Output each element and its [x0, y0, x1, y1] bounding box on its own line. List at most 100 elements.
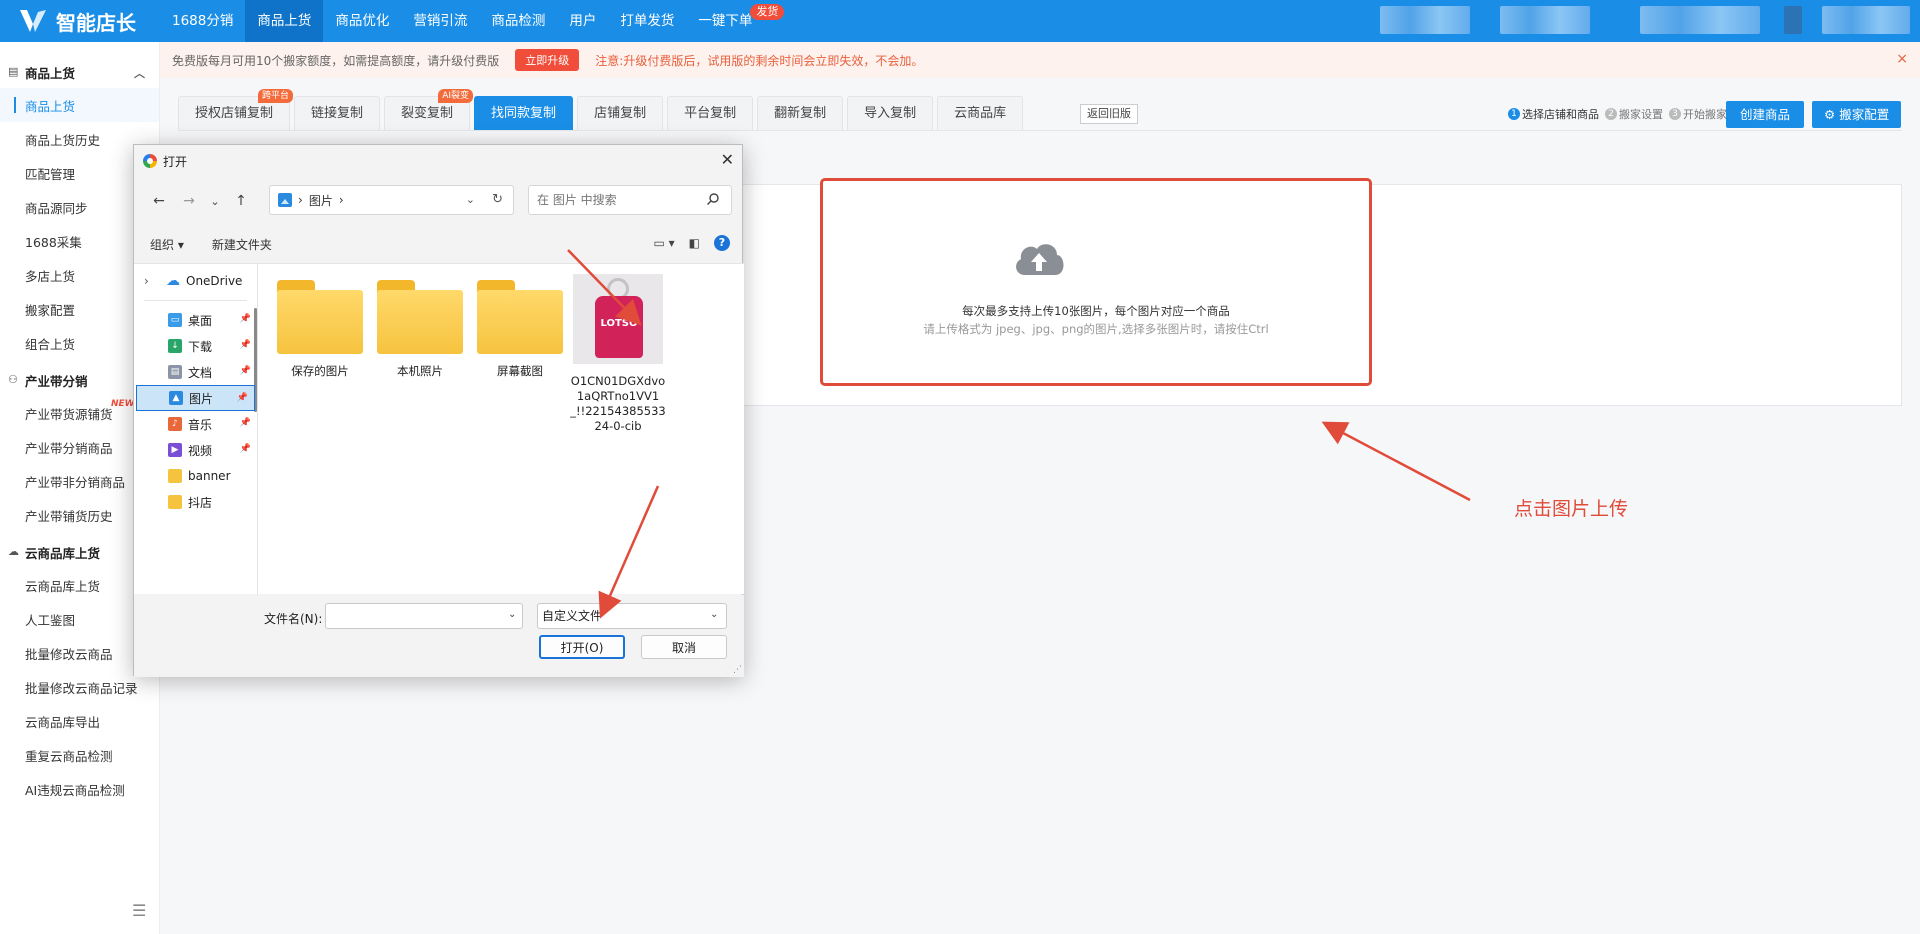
nav-item[interactable]: 1688分销: [160, 0, 245, 42]
menu-group-icon: ▤: [8, 65, 19, 78]
step-label: 搬家设置: [1619, 108, 1663, 121]
pin-icon[interactable]: 📌: [240, 366, 251, 376]
image-file-item[interactable]: LOTSO O1CN01DGXdvo1aQRTno1VV1_!!221543855…: [570, 274, 666, 434]
cancel-button[interactable]: 取消: [641, 635, 727, 659]
up-arrow-icon[interactable]: ↑: [226, 193, 256, 209]
tab[interactable]: 平台复制: [667, 96, 754, 130]
new-folder-button[interactable]: 新建文件夹: [212, 236, 272, 253]
download-icon: ↓: [168, 339, 182, 353]
brand-name: 智能店长: [56, 10, 136, 35]
folder-item[interactable]: 屏幕截图: [470, 274, 570, 434]
return-old-version-button[interactable]: 返回旧版: [1080, 104, 1138, 124]
folder-icon: [168, 495, 182, 509]
sidebar-group[interactable]: ▤ 商品上货 ︿: [0, 56, 159, 88]
nav-item-label: 商品上货: [257, 13, 312, 29]
file-name: 保存的图片: [291, 364, 349, 378]
preview-pane-icon[interactable]: ◧: [689, 236, 700, 250]
view-mode-icon[interactable]: ▭ ▾: [653, 236, 674, 250]
forward-arrow-icon[interactable]: →: [174, 193, 204, 209]
sidebar-item[interactable]: AI违规云商品检测: [0, 772, 159, 806]
move-config-label: 搬家配置: [1839, 107, 1890, 122]
cloud-icon: ☁: [166, 273, 180, 289]
dialog-close-icon[interactable]: ✕: [721, 150, 734, 169]
nav-pane-label: 下载: [188, 339, 213, 354]
tab[interactable]: 店铺复制: [577, 96, 664, 130]
brand[interactable]: 智能店长: [0, 0, 160, 42]
nav-item[interactable]: 商品优化: [323, 0, 401, 42]
organize-menu[interactable]: 组织 ▾: [150, 236, 184, 253]
nav-item[interactable]: 打单发货: [608, 0, 686, 42]
nav-item[interactable]: 商品上货: [245, 0, 324, 42]
nav-pane-item[interactable]: 抖店: [134, 489, 257, 515]
step: 1 选择店铺和商品: [1508, 106, 1599, 122]
tab-badge: AI裂变: [438, 89, 474, 103]
recent-chevron-icon[interactable]: ⌄: [204, 195, 226, 208]
upgrade-button[interactable]: 立即升级: [515, 49, 580, 71]
refresh-icon[interactable]: ↻: [492, 192, 503, 207]
nav-pane-item[interactable]: ↓ 下载 📌: [134, 333, 257, 359]
folder-icon: [277, 280, 363, 354]
nav-pane-label: 音乐: [188, 417, 213, 432]
open-button[interactable]: 打开(O): [539, 635, 625, 659]
create-product-button[interactable]: 创建商品: [1726, 101, 1805, 128]
nav-item[interactable]: 用户: [557, 0, 608, 42]
pin-icon[interactable]: 📌: [240, 314, 251, 324]
sidebar-item-label: 人工鉴图: [25, 612, 76, 628]
tab[interactable]: 链接复制: [294, 96, 381, 130]
dialog-title: 打开: [163, 154, 188, 169]
pin-icon[interactable]: 📌: [240, 340, 251, 350]
nav-pane-label: 桌面: [188, 313, 213, 328]
tab[interactable]: 导入复制: [847, 96, 934, 130]
help-icon[interactable]: ?: [714, 235, 730, 251]
filename-label: 文件名(N):: [264, 612, 323, 626]
tab[interactable]: 翻新复制: [757, 96, 844, 130]
tab[interactable]: 找同款复制: [474, 96, 574, 130]
folder-item[interactable]: 本机照片: [370, 274, 470, 434]
nav-item[interactable]: 营销引流: [401, 0, 479, 42]
chevron-up-icon[interactable]: ︿: [134, 65, 145, 81]
nav-item-label: 1688分销: [172, 13, 234, 29]
sidebar-item[interactable]: 商品上货: [0, 88, 159, 122]
sidebar-item[interactable]: 重复云商品检测: [0, 738, 159, 772]
filename-dropdown-icon[interactable]: ⌄: [508, 609, 516, 620]
expand-chevron-icon[interactable]: ›: [144, 274, 160, 288]
folder-icon: [477, 280, 563, 354]
desktop-icon: ▭: [168, 313, 182, 327]
notice-close-icon[interactable]: ×: [1896, 51, 1908, 67]
tab[interactable]: 授权店铺复制 跨平台: [178, 89, 294, 130]
filetype-select[interactable]: 自定义文件: [537, 603, 727, 629]
back-arrow-icon[interactable]: ←: [144, 193, 174, 209]
tab[interactable]: 云商品库: [937, 96, 1024, 130]
nav-item[interactable]: 商品检测: [479, 0, 557, 42]
resize-grip-icon[interactable]: ⋰: [733, 665, 742, 675]
sidebar-item[interactable]: 云商品库导出: [0, 704, 159, 738]
filename-input[interactable]: [325, 603, 523, 629]
tab[interactable]: 裂变复制 AI裂变: [384, 89, 474, 130]
filetype-dropdown-icon[interactable]: ⌄: [710, 609, 718, 620]
main-nav: 1688分销 商品上货 商品优化 营销引流 商品检测 用户 打单发货 一键下单 发货: [160, 0, 785, 42]
top-navbar: 智能店长 1688分销 商品上货 商品优化 营销引流 商品检测 用户 打单发货 一键下单 发货: [0, 0, 1920, 42]
nav-pane-item[interactable]: ♪ 音乐 📌: [134, 411, 257, 437]
address-bar[interactable]: › 图片 › ⌄ ↻: [269, 185, 514, 215]
nav-pane-item[interactable]: ▤ 文档 📌: [134, 359, 257, 385]
nav-pane-item[interactable]: ▶ 视频 📌: [134, 437, 257, 463]
nav-pane-item[interactable]: ▲ 图片 📌: [136, 385, 255, 411]
collapse-menu-icon[interactable]: ☰: [132, 901, 146, 920]
file-name: O1CN01DGXdvo1aQRTno1VV1_!!2215438553324-…: [570, 374, 666, 433]
nav-item[interactable]: 一键下单 发货: [686, 0, 785, 42]
pin-icon[interactable]: 📌: [237, 393, 248, 403]
address-dropdown-icon[interactable]: ⌄: [466, 193, 475, 206]
nav-pane-label: 视频: [188, 443, 213, 458]
nav-pane-item[interactable]: › ☁ OneDrive: [134, 268, 257, 294]
nav-pane-item[interactable]: banner: [134, 463, 257, 489]
pin-icon[interactable]: 📌: [240, 444, 251, 454]
upload-title: 每次最多支持上传10张图片，每个图片对应一个商品: [962, 304, 1230, 318]
file-list: 保存的图片 本机照片 屏幕截图 LOTSO O1CN01DGXdvo1aQRTno1VV…: [270, 274, 666, 434]
folder-item[interactable]: 保存的图片: [270, 274, 370, 434]
dialog-search-input[interactable]: [528, 185, 732, 215]
nav-pane-item[interactable]: ▭ 桌面 📌: [134, 307, 257, 333]
pin-icon[interactable]: 📌: [240, 418, 251, 428]
move-config-button[interactable]: ⚙ 搬家配置: [1812, 101, 1902, 128]
image-upload-zone[interactable]: 每次最多支持上传10张图片，每个图片对应一个商品 请上传格式为 jpeg、jpg…: [820, 178, 1372, 386]
sidebar-group-title: 商品上货: [25, 65, 76, 81]
